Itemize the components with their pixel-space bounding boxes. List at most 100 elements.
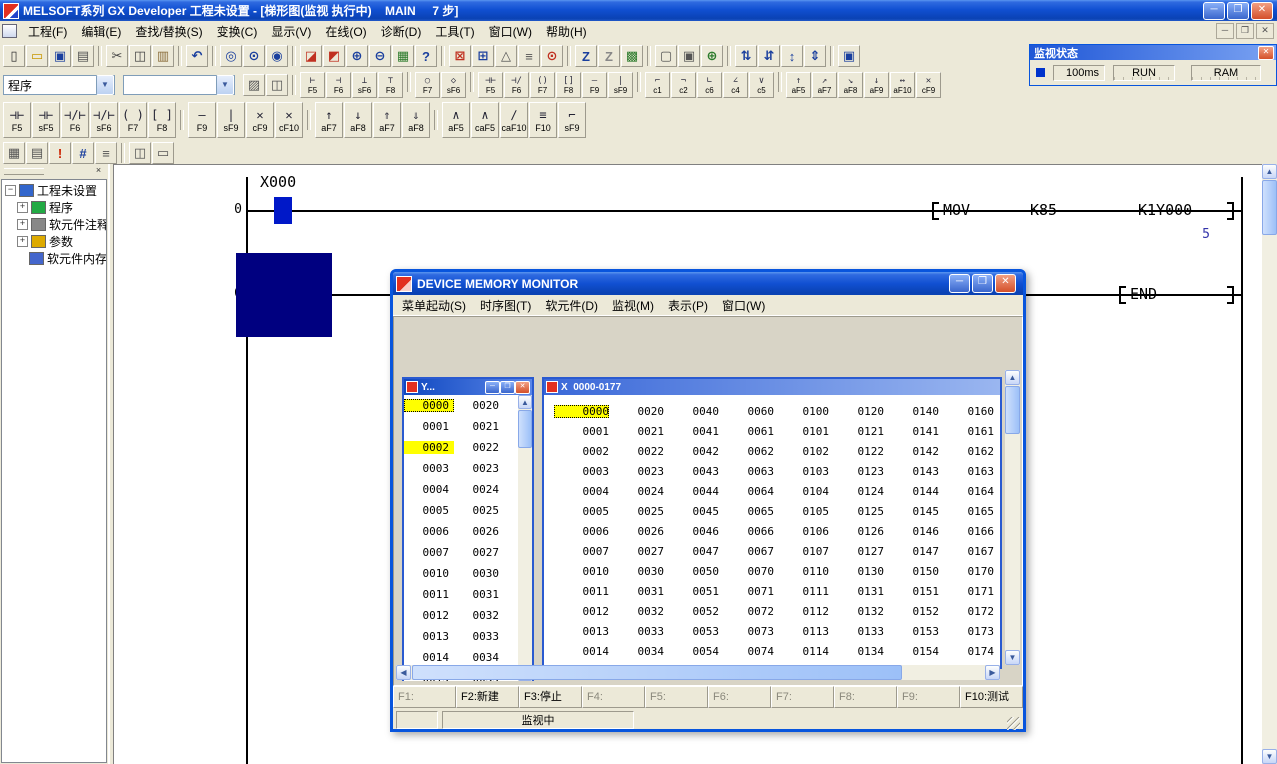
ladder-key-sF9-button[interactable]: ⌐sF9 <box>558 102 586 138</box>
device-cell[interactable]: 0010 <box>554 565 609 578</box>
fkey-10-button[interactable]: F10:测试 <box>960 686 1023 708</box>
device-cell[interactable]: 0122 <box>829 445 884 458</box>
read-mode-button[interactable]: ◩ <box>323 45 345 67</box>
device-cell[interactable]: 0013 <box>554 625 609 638</box>
statement-display-button[interactable]: ≡ <box>95 142 117 164</box>
device-cell[interactable]: 0032 <box>454 609 504 622</box>
device-cell[interactable]: 0133 <box>829 625 884 638</box>
ladder-key-c5-button[interactable]: ∨c5 <box>749 72 774 98</box>
ladder-key-c6-button[interactable]: ∟c6 <box>697 72 722 98</box>
dmm-close-button[interactable]: ✕ <box>995 274 1016 293</box>
device-cell[interactable]: 0033 <box>454 630 504 643</box>
tree-item-1[interactable]: +软元件注释 <box>2 216 106 233</box>
device-cell[interactable]: 0005 <box>404 504 454 517</box>
ladder-key-F7-button[interactable]: ○F7 <box>415 72 440 98</box>
fkey-8-button[interactable]: F8: <box>834 686 897 708</box>
device-cell[interactable]: 0014 <box>404 651 454 664</box>
device-cell[interactable]: 0152 <box>884 605 939 618</box>
ladder-key-F5-button[interactable]: ⊣⊢F5 <box>3 102 31 138</box>
mdi-child-icon[interactable] <box>2 24 17 38</box>
ladder-key-c1-button[interactable]: ⌐c1 <box>645 72 670 98</box>
device-cell[interactable]: 0006 <box>554 525 609 538</box>
tree-item-2[interactable]: +参数 <box>2 233 106 250</box>
ladder-key-aF10-button[interactable]: ↔aF10 <box>890 72 915 98</box>
minimize-button[interactable]: ─ <box>1203 2 1225 20</box>
scrollbar-thumb[interactable] <box>1005 386 1020 434</box>
ladder-key-F7-button[interactable]: ( )F7 <box>119 102 147 138</box>
device-cell[interactable]: 0050 <box>664 565 719 578</box>
device-cell[interactable]: 0034 <box>609 645 664 658</box>
ladder-key-F9-button[interactable]: —F9 <box>188 102 216 138</box>
circuit-find-button[interactable]: ⊙ <box>541 45 563 67</box>
client-horizontal-scrollbar[interactable]: ◀ ▶ <box>396 665 1000 680</box>
menu-item-0[interactable]: 工程(F) <box>21 20 74 43</box>
remote-stop-button[interactable]: Z <box>598 45 620 67</box>
main-vertical-scrollbar[interactable]: ▲ ▼ <box>1262 164 1277 764</box>
device-cell[interactable]: 0112 <box>774 605 829 618</box>
device-cell[interactable]: 0074 <box>719 645 774 658</box>
device-cell[interactable]: 0165 <box>939 505 994 518</box>
find-button[interactable]: ◎ <box>220 45 242 67</box>
device-cell[interactable]: 0021 <box>609 425 664 438</box>
ladder-key-sF6-button[interactable]: ◇sF6 <box>441 72 466 98</box>
device-cell[interactable]: 0107 <box>774 545 829 558</box>
device-cell[interactable]: 0011 <box>404 588 454 601</box>
paste-button[interactable]: ▥ <box>152 45 174 67</box>
ladder-key-aF9-button[interactable]: ↓aF9 <box>864 72 889 98</box>
device-cell[interactable]: 0011 <box>554 585 609 598</box>
rung6-instruction[interactable]: END <box>1130 285 1157 303</box>
device-cell[interactable]: 0054 <box>664 645 719 658</box>
ladder-key-sF6-button[interactable]: ⊥sF6 <box>352 72 377 98</box>
screen-mode-button[interactable]: ▦ <box>392 45 414 67</box>
device-cell[interactable]: 0145 <box>884 505 939 518</box>
device-cell[interactable]: 0030 <box>454 567 504 580</box>
sort-step-button[interactable]: ⇕ <box>804 45 826 67</box>
print-button[interactable]: ▤ <box>72 45 94 67</box>
device-cell[interactable]: 0174 <box>939 645 994 658</box>
device-cell[interactable]: 0021 <box>454 420 504 433</box>
device-cell[interactable]: 0001 <box>554 425 609 438</box>
device-cell[interactable]: 0147 <box>884 545 939 558</box>
device-cell[interactable]: 0172 <box>939 605 994 618</box>
mdi-restore-button[interactable]: ❐ <box>1236 23 1254 39</box>
device-cell[interactable]: 0064 <box>719 485 774 498</box>
device-cell[interactable]: 0067 <box>719 545 774 558</box>
device-cell[interactable]: 0103 <box>774 465 829 478</box>
device-cell[interactable]: 0012 <box>554 605 609 618</box>
device-cell[interactable]: 0127 <box>829 545 884 558</box>
device-cell[interactable]: 0003 <box>554 465 609 478</box>
ladder-key-aF7-button[interactable]: ↗aF7 <box>812 72 837 98</box>
scroll-left-icon[interactable]: ◀ <box>396 665 411 680</box>
menu-item-3[interactable]: 变换(C) <box>210 20 265 43</box>
ladder-key-aF5-button[interactable]: ∧aF5 <box>442 102 470 138</box>
fkey-3-button[interactable]: F3:停止 <box>519 686 582 708</box>
dmm-titlebar[interactable]: DEVICE MEMORY MONITOR ─ ❐ ✕ <box>393 272 1023 295</box>
device-cell[interactable]: 0163 <box>939 465 994 478</box>
device-cell[interactable]: 0161 <box>939 425 994 438</box>
menu-item-6[interactable]: 诊断(D) <box>374 20 429 43</box>
device-cell[interactable]: 0072 <box>719 605 774 618</box>
device-cell[interactable]: 0166 <box>939 525 994 538</box>
device-cell[interactable]: 0005 <box>554 505 609 518</box>
device-cell[interactable]: 0023 <box>609 465 664 478</box>
expand-icon[interactable]: + <box>17 202 28 213</box>
verify-button[interactable]: △ <box>495 45 517 67</box>
device-cell[interactable]: 0031 <box>454 588 504 601</box>
comment-edit-button[interactable]: ▤ <box>26 142 48 164</box>
menu-item-1[interactable]: 编辑(E) <box>74 20 128 43</box>
device-cell[interactable]: 0106 <box>774 525 829 538</box>
error-jump-button[interactable]: ! <box>49 142 71 164</box>
ladder-key-aF8-button[interactable]: ⇓aF8 <box>402 102 430 138</box>
chevron-down-icon[interactable]: ▼ <box>216 75 234 95</box>
ladder-key-c4-button[interactable]: ∠c4 <box>723 72 748 98</box>
y-minimize-button[interactable]: ─ <box>485 381 500 394</box>
copy-button[interactable]: ◫ <box>129 45 151 67</box>
device-cell[interactable]: 0000 <box>554 405 609 418</box>
device-cell[interactable]: 0002 <box>404 441 454 454</box>
device-cell[interactable]: 0020 <box>609 405 664 418</box>
device-cell[interactable]: 0000 <box>404 399 454 412</box>
scroll-right-icon[interactable]: ▶ <box>985 665 1000 680</box>
device-cell[interactable]: 0013 <box>404 630 454 643</box>
ladder-key-F9-button[interactable]: —F9 <box>582 72 607 98</box>
device-cell[interactable]: 0041 <box>664 425 719 438</box>
